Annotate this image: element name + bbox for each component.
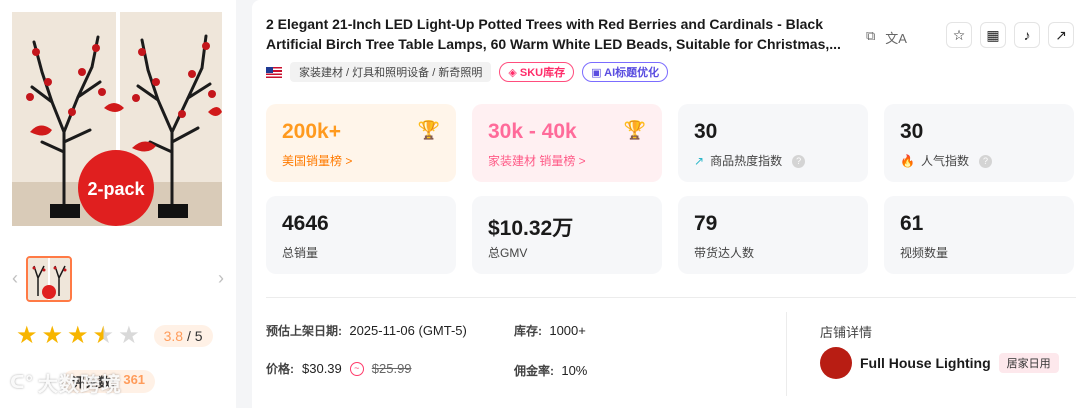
qrcode-button[interactable]: ▦ (980, 22, 1006, 48)
watermark: ᑕ° 大数跨境 (10, 368, 122, 397)
total-gmv-label: 总GMV (488, 246, 528, 260)
tag-row: 家装建材 / 灯具和照明设备 / 新奇照明 ◈ SKU库存 ▣ AI标题优化 (266, 62, 669, 82)
video-count-label: 视频数量 (900, 246, 949, 260)
total-sales-label: 总销量 (282, 246, 319, 260)
rating-max: / 5 (186, 328, 203, 344)
star-rating: ★ ★ ★ ★ ★ 3.8 / 5 (16, 322, 213, 350)
pack-badge-text: 2-pack (87, 179, 145, 199)
fire-icon: 🔥 (900, 154, 915, 168)
influencer-count-value: 79 (694, 212, 718, 235)
star-icon: ★ (67, 322, 89, 349)
commission-label: 佣金率: (514, 364, 554, 378)
category-tag[interactable]: 家装建材 / 灯具和照明设备 / 新奇照明 (290, 62, 492, 82)
watermark-logo-icon: ᑕ° (10, 372, 34, 392)
price-value: $30.39 (302, 361, 342, 376)
popularity-index-card: 30 🔥 人气指数? (884, 104, 1074, 182)
action-buttons: ☆ ▦ ♪ ↗ (946, 22, 1074, 48)
shop-section-label: 店铺详情 (820, 325, 873, 340)
product-title: 2 Elegant 21-Inch LED Light-Up Potted Tr… (266, 16, 841, 52)
listed-date: 预估上架日期: 2025-11-06 (GMT-5) (266, 322, 467, 339)
popularity-index-label: 人气指数 (920, 154, 969, 168)
us-flag-icon (266, 66, 282, 78)
copy-icon[interactable]: ⧉ (866, 28, 875, 47)
section-divider (266, 297, 1076, 298)
trophy-icon: 🏆 (417, 120, 440, 140)
us-sales-rank-label[interactable]: 美国销量榜 > (282, 152, 352, 169)
product-detail-panel: 2 Elegant 21-Inch LED Light-Up Potted Tr… (252, 0, 1080, 408)
open-link-button[interactable]: ↗ (1048, 22, 1074, 48)
external-link-icon: ↗ (1055, 26, 1067, 43)
heat-index-card: 30 ↗ 商品热度指数? (678, 104, 868, 182)
trend-icon: ↗ (694, 154, 705, 168)
popularity-index-value: 30 (900, 120, 924, 143)
favorite-button[interactable]: ☆ (946, 22, 972, 48)
help-icon[interactable]: ? (978, 155, 992, 168)
stock: 库存: 1000+ (514, 322, 586, 339)
ai-title-button[interactable]: ▣ AI标题优化 (582, 62, 669, 82)
price-compare-icon[interactable]: ~ (349, 361, 364, 376)
help-icon[interactable]: ? (792, 155, 806, 168)
price-original: $25.99 (371, 361, 412, 376)
rating-score: 3.8 (163, 328, 184, 344)
tag-icon: ◈ (508, 67, 517, 79)
category-sales-rank-value: 30k - 40k (488, 120, 577, 143)
commission: 佣金率: 10% (514, 362, 587, 379)
commission-value: 10% (561, 363, 588, 378)
video-count-value: 61 (900, 212, 924, 235)
stock-value: 1000+ (549, 323, 586, 338)
heat-index-label: 商品热度指数 (710, 154, 783, 168)
listed-date-label: 预估上架日期: (266, 324, 342, 338)
rating-score-pill: 3.8 / 5 (153, 325, 213, 347)
trophy-icon: 🏆 (623, 120, 646, 140)
heat-index-value: 30 (694, 120, 718, 143)
product-gallery-panel: 2-pack ‹ › ★ ★ ★ ★ ★ 3.8 / 5 评论数: 361 ᑕ°… (0, 0, 236, 408)
stock-label: 库存: (514, 324, 542, 338)
star-icon: ★ (41, 322, 64, 349)
product-photo: 2-pack (12, 12, 222, 226)
watermark-text: 大数跨境 (37, 374, 122, 396)
total-gmv-card: $10.32万 总GMV (472, 196, 662, 274)
product-main-image[interactable]: 2-pack (12, 12, 222, 226)
star-icon: ★ (16, 322, 38, 349)
ai-icon: ▣ (591, 67, 602, 79)
us-sales-rank-card[interactable]: 200k+ 🏆 美国销量榜 > (266, 104, 456, 182)
thumbnail-photo (28, 258, 70, 300)
price: 价格: $30.39 ~ $25.99 (266, 360, 412, 377)
thumbnail-image[interactable] (26, 256, 72, 302)
listed-date-value: 2025-11-06 (GMT-5) (349, 323, 467, 338)
star-icon: ☆ (952, 26, 966, 43)
popularity-index-label-row: 🔥 人气指数? (900, 152, 992, 169)
tiktok-icon: ♪ (1023, 27, 1031, 43)
qrcode-icon: ▦ (986, 26, 1000, 43)
chevron-right-icon[interactable]: › (218, 268, 224, 288)
shop-category-tag: 居家日用 (998, 353, 1059, 373)
ai-title-label: AI标题优化 (604, 67, 660, 79)
shop-name[interactable]: Full House Lighting (860, 355, 991, 371)
video-count-card: 61 视频数量 (884, 196, 1074, 274)
total-gmv-value: $10.32万 (488, 217, 574, 240)
price-label: 价格: (266, 362, 294, 376)
title-tools: ⧉ 文A (866, 28, 907, 47)
shop-logo[interactable] (820, 347, 852, 379)
translate-icon[interactable]: 文A (885, 28, 907, 47)
empty-star-icon: ★ (118, 322, 140, 349)
total-sales-card: 4646 总销量 (266, 196, 456, 274)
influencer-count-label: 带货达人数 (694, 246, 755, 260)
total-sales-value: 4646 (282, 212, 329, 235)
influencer-count-card: 79 带货达人数 (678, 196, 868, 274)
us-sales-rank-value: 200k+ (282, 120, 341, 143)
heat-index-label-row: ↗ 商品热度指数? (694, 152, 806, 169)
tiktok-button[interactable]: ♪ (1014, 22, 1040, 48)
category-sales-rank-label[interactable]: 家装建材 销量榜 > (488, 152, 586, 169)
column-divider (786, 312, 787, 396)
sku-stock-label: SKU库存 (519, 67, 566, 79)
review-count-value: 361 (123, 372, 146, 387)
chevron-left-icon[interactable]: ‹ (12, 268, 18, 288)
category-sales-rank-card[interactable]: 30k - 40k 🏆 家装建材 销量榜 > (472, 104, 662, 182)
half-star-icon: ★ (92, 322, 115, 349)
shop-info[interactable]: Full House Lighting 居家日用 (820, 347, 1059, 379)
sku-stock-button[interactable]: ◈ SKU库存 (499, 62, 575, 82)
thumbnail-strip: ‹ › (12, 256, 224, 304)
